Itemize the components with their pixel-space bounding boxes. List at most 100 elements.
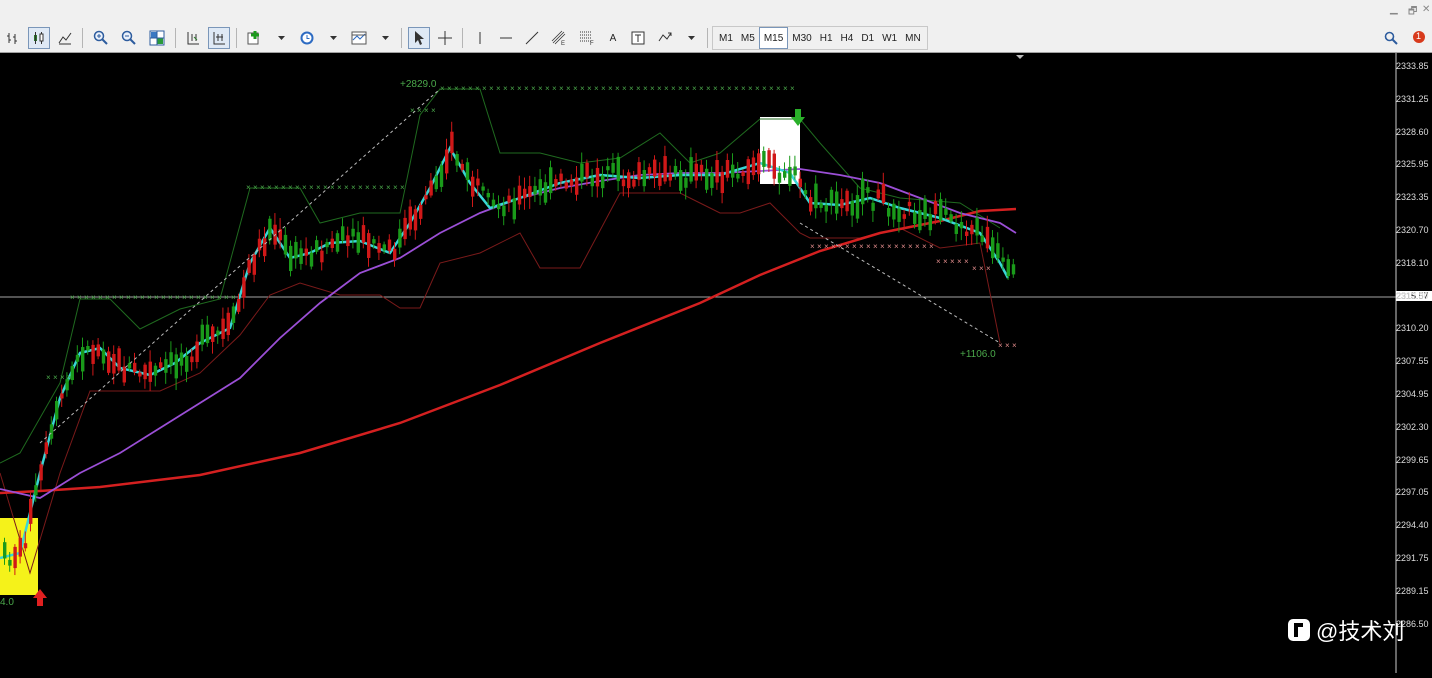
search-icon[interactable] bbox=[1380, 27, 1402, 49]
trade-profit-label: +1106.0 bbox=[960, 349, 996, 360]
stop-marker-row: × bbox=[337, 183, 342, 192]
stop-marker-row: × bbox=[894, 242, 899, 251]
timeframe-w1[interactable]: W1 bbox=[878, 28, 901, 48]
text-label-icon[interactable] bbox=[627, 27, 649, 49]
bull-candle bbox=[200, 324, 204, 345]
close-icon[interactable]: ✕ bbox=[1422, 4, 1430, 15]
bull-candle bbox=[1001, 257, 1005, 262]
bear-candle bbox=[44, 442, 48, 455]
bear-candle bbox=[221, 318, 225, 339]
bear-candle bbox=[195, 341, 199, 363]
horizontal-line-icon[interactable] bbox=[495, 27, 517, 49]
stop-marker-row: × bbox=[887, 242, 892, 251]
timeframe-m15[interactable]: M15 bbox=[758, 27, 789, 49]
chevron-down-icon[interactable] bbox=[681, 27, 701, 49]
periodicity-clock-icon[interactable] bbox=[295, 27, 319, 49]
bear-candle bbox=[471, 176, 475, 197]
zoom-out-icon[interactable] bbox=[117, 27, 141, 49]
stop-marker-row: × bbox=[196, 293, 201, 302]
bear-candle bbox=[569, 179, 574, 186]
stop-marker-row: × bbox=[573, 84, 578, 93]
bear-candle bbox=[985, 226, 990, 249]
stop-marker-row: × bbox=[309, 183, 314, 192]
bull-candle bbox=[991, 237, 995, 259]
stop-marker-row: × bbox=[161, 293, 166, 302]
stop-marker-row: × bbox=[77, 293, 82, 302]
bull-candle bbox=[55, 401, 59, 420]
bear-candle bbox=[361, 225, 366, 243]
chart-shift-icon[interactable] bbox=[208, 27, 230, 49]
timeframe-d1[interactable]: D1 bbox=[857, 28, 878, 48]
timeframe-h1[interactable]: H1 bbox=[816, 28, 837, 48]
line-chart-icon[interactable] bbox=[54, 27, 76, 49]
slow-moving-average-line bbox=[0, 207, 1017, 495]
crosshair-icon[interactable] bbox=[434, 27, 456, 49]
bull-candle bbox=[679, 170, 683, 191]
stop-marker-row: × bbox=[1005, 341, 1010, 350]
stop-marker-row: × bbox=[379, 183, 384, 192]
auto-scroll-icon[interactable] bbox=[182, 27, 204, 49]
minimize-icon[interactable]: ▁ bbox=[1390, 4, 1398, 15]
price-axis-label: 2320.70 bbox=[1396, 225, 1429, 235]
stop-marker-row: × bbox=[727, 84, 732, 93]
candlestick-icon[interactable] bbox=[28, 27, 50, 49]
stop-marker-row: × bbox=[168, 293, 173, 302]
templates-icon[interactable] bbox=[347, 27, 371, 49]
indicators-icon[interactable] bbox=[243, 27, 267, 49]
bull-candle bbox=[855, 195, 860, 219]
stop-marker-row: × bbox=[440, 84, 445, 93]
arrows-icon[interactable] bbox=[653, 27, 677, 49]
chart-canvas[interactable]: × × × × × × × × × × × × × × × × × × × × × × × × × × × × × × × × × × × × × × × ×… bbox=[0, 53, 1432, 673]
text-tool-icon[interactable]: A bbox=[603, 27, 623, 49]
stop-marker-row: × bbox=[608, 84, 613, 93]
timeframe-m1[interactable]: M1 bbox=[715, 28, 737, 48]
bear-candle bbox=[840, 199, 844, 209]
bear-candle bbox=[450, 131, 454, 154]
bull-candle bbox=[777, 172, 782, 183]
bull-candle bbox=[814, 183, 818, 209]
bear-candle bbox=[715, 160, 719, 183]
timeframe-m5[interactable]: M5 bbox=[737, 28, 759, 48]
timeframe-mn[interactable]: MN bbox=[901, 28, 925, 48]
stop-marker-row: × bbox=[986, 264, 991, 273]
bear-candle bbox=[476, 178, 480, 186]
stop-marker-row: × bbox=[552, 84, 557, 93]
stop-marker-row: × bbox=[496, 84, 501, 93]
chevron-down-icon[interactable] bbox=[271, 27, 291, 49]
bear-candle bbox=[252, 254, 256, 275]
price-axis-label: 2302.30 bbox=[1396, 421, 1429, 432]
stop-marker-row: × bbox=[873, 242, 878, 251]
stop-marker-row: × bbox=[1012, 341, 1017, 350]
restore-icon[interactable]: 🗗 bbox=[1408, 4, 1417, 21]
timeframe-m30[interactable]: M30 bbox=[788, 28, 815, 48]
stop-marker-row: × bbox=[866, 242, 871, 251]
stop-marker-row: × bbox=[810, 242, 815, 251]
timeframe-h4[interactable]: H4 bbox=[837, 28, 858, 48]
equidistant-channel-icon[interactable]: E bbox=[547, 27, 571, 49]
vertical-line-icon[interactable] bbox=[469, 27, 491, 49]
bar-chart-icon[interactable] bbox=[2, 27, 24, 49]
trendline-icon[interactable] bbox=[521, 27, 543, 49]
price-chart[interactable]: × × × × × × × × × × × × × × × × × × × × × × × × × × × × × × × × × × × × × × × ×… bbox=[0, 53, 1432, 673]
chevron-down-icon[interactable] bbox=[375, 27, 395, 49]
cursor-icon[interactable] bbox=[408, 27, 430, 49]
bull-candle bbox=[491, 199, 496, 207]
trade-profit-label: +2829.0 bbox=[400, 79, 437, 90]
bear-candle bbox=[902, 214, 906, 219]
zoom-in-icon[interactable] bbox=[89, 27, 113, 49]
tile-windows-icon[interactable] bbox=[145, 27, 169, 49]
bull-candle bbox=[434, 175, 438, 190]
stop-marker-row: × bbox=[748, 84, 753, 93]
fibonacci-icon[interactable]: F bbox=[575, 27, 599, 49]
chevron-down-icon[interactable] bbox=[323, 27, 343, 49]
bull-candle bbox=[918, 209, 922, 231]
bull-candle bbox=[179, 352, 184, 366]
notifications-icon[interactable]: 1 bbox=[1406, 27, 1430, 49]
stop-marker-row: × bbox=[53, 373, 58, 382]
stop-marker-row: × bbox=[302, 183, 307, 192]
bear-candle bbox=[517, 185, 522, 205]
svg-text:E: E bbox=[561, 41, 565, 46]
stop-marker-row: × bbox=[386, 183, 391, 192]
stop-marker-row: × bbox=[594, 84, 599, 93]
stop-marker-row: × bbox=[790, 84, 795, 93]
